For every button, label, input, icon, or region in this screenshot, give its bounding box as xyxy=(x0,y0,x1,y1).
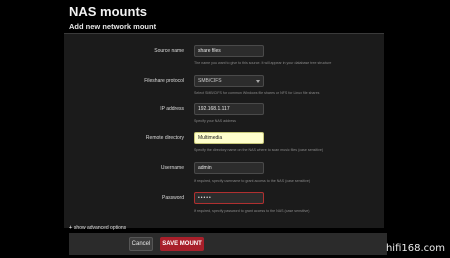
save-mount-button[interactable]: SAVE MOUNT xyxy=(160,237,204,251)
username-input[interactable] xyxy=(194,162,264,174)
mount-form: Source name The name you want to give to… xyxy=(64,34,384,228)
password-help: If required, specify password to grant a… xyxy=(194,209,310,213)
username-help: If required, specify username to grant a… xyxy=(194,179,311,183)
watermark: hifi168.com xyxy=(385,243,445,254)
source-name-label: Source name xyxy=(154,48,184,54)
password-input[interactable]: ••••• xyxy=(194,192,264,204)
fileshare-protocol-value: SMB/CIFS xyxy=(198,78,222,84)
source-name-input[interactable] xyxy=(194,45,264,57)
remote-directory-input[interactable] xyxy=(194,132,264,144)
show-advanced-options-link[interactable]: + show advanced options xyxy=(69,225,126,231)
remote-directory-help: Specify the directory name on the NAS wh… xyxy=(194,148,324,152)
fileshare-protocol-select[interactable]: SMB/CIFS xyxy=(194,75,264,87)
ip-address-label: IP address xyxy=(160,106,184,112)
show-advanced-options-label: show advanced options xyxy=(73,225,127,231)
form-footer: Cancel SAVE MOUNT xyxy=(69,233,387,255)
ip-address-input[interactable] xyxy=(194,103,264,115)
page-title: NAS mounts xyxy=(69,4,147,19)
fileshare-protocol-label: Fileshare protocol xyxy=(144,78,184,84)
ip-address-help: Specify your NAS address xyxy=(194,119,236,123)
source-name-help: The name you want to give to this source… xyxy=(194,61,332,65)
password-label: Password xyxy=(162,195,184,201)
plus-icon: + xyxy=(69,225,72,231)
remote-directory-label: Remote directory xyxy=(145,135,184,141)
chevron-down-icon xyxy=(256,80,260,83)
username-label: Username xyxy=(160,165,184,171)
fileshare-protocol-help: Select SMB/CIFS for common Windows file … xyxy=(194,91,320,95)
cancel-button[interactable]: Cancel xyxy=(129,237,153,251)
page-subtitle: Add new network mount xyxy=(69,22,157,31)
